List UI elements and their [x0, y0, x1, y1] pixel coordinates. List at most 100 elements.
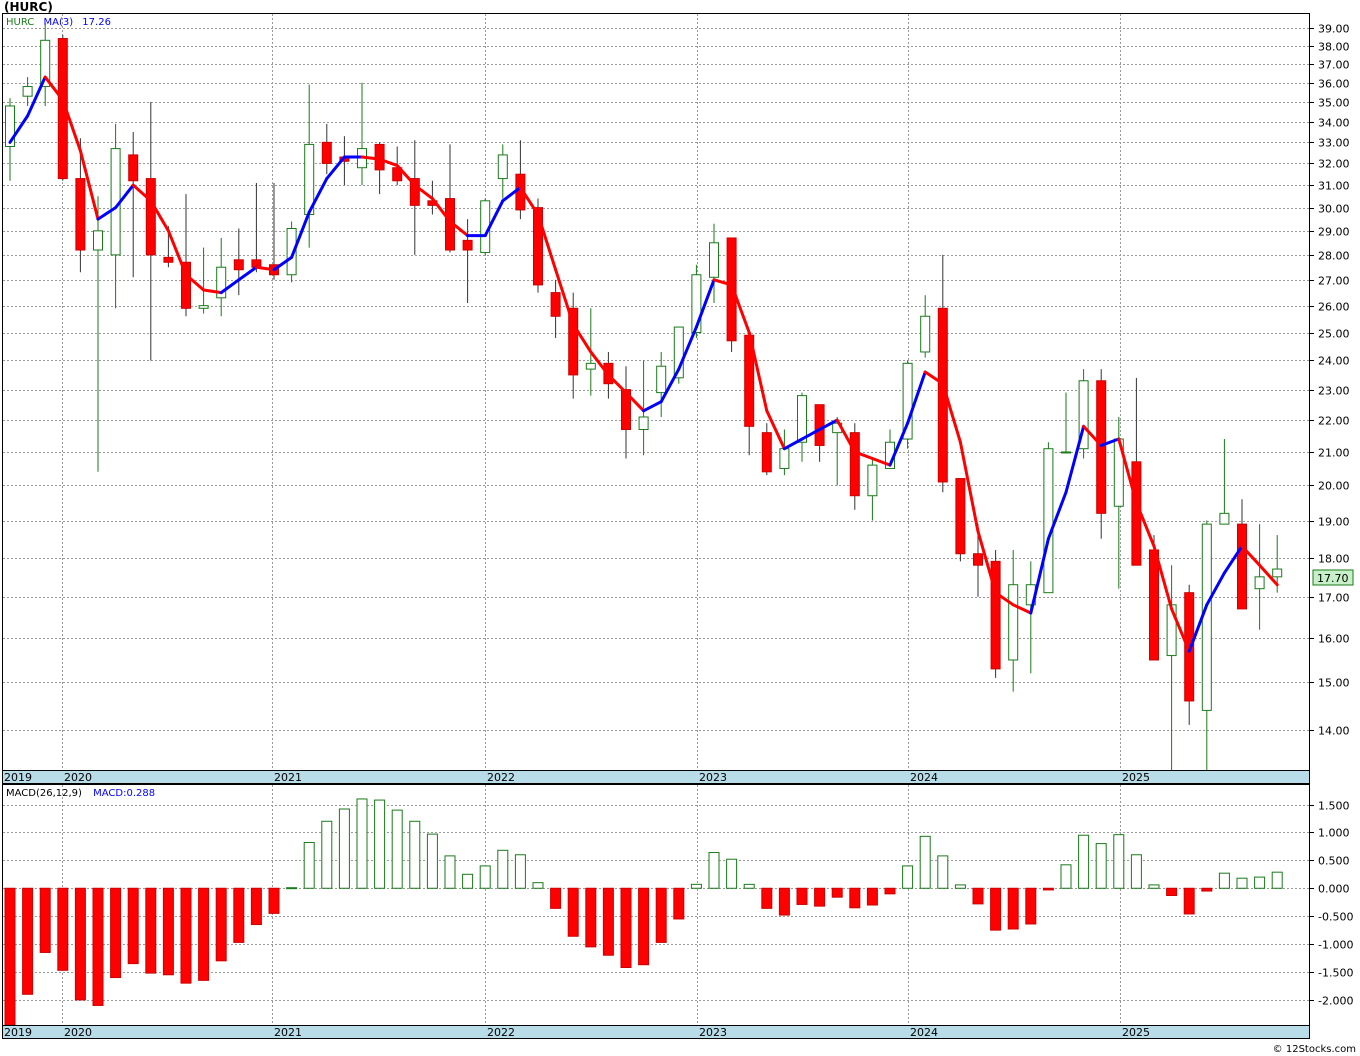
macd-bar-negative: [39, 887, 51, 953]
price-tick-label: 27.00: [1318, 275, 1350, 288]
year-label: 2019: [4, 771, 32, 784]
year-label: 2021: [274, 1026, 302, 1039]
candle-up: [1061, 451, 1071, 454]
macd-bar-negative: [585, 887, 597, 948]
candle-down: [1237, 523, 1247, 610]
price-tick-label: 31.00: [1318, 180, 1350, 193]
macd-bar-negative: [57, 887, 69, 971]
macd-bar-negative: [778, 887, 790, 916]
macd-bar-negative: [620, 887, 632, 969]
macd-bar-positive: [690, 883, 702, 889]
price-tick-label: 19.00: [1318, 516, 1350, 529]
price-tick-label: 35.00: [1318, 97, 1350, 110]
candle-down: [550, 292, 561, 317]
macd-bar-positive: [1095, 843, 1107, 889]
candle-down: [163, 256, 174, 263]
macd-bar-positive: [902, 865, 914, 889]
macd-bar-positive: [462, 873, 474, 889]
macd-bar-positive: [1218, 872, 1230, 889]
macd-bar-negative: [74, 887, 86, 1001]
macd-bar-negative: [180, 887, 192, 984]
macd-bar-negative: [268, 887, 280, 914]
macd-bar-negative: [849, 887, 861, 909]
candle-up: [198, 305, 209, 309]
year-label: 2021: [274, 771, 302, 784]
macd-bar-negative: [1166, 887, 1178, 897]
macd-bar-positive: [426, 833, 438, 889]
macd-legend: MACD(26,12,9) MACD:0.288: [6, 788, 155, 799]
year-label: 2022: [487, 1026, 515, 1039]
price-tick-label: 25.00: [1318, 328, 1350, 341]
macd-bar-positive: [1236, 877, 1248, 889]
candle-down: [814, 404, 825, 446]
macd-bar-positive: [514, 854, 526, 889]
stock-chart: 14.00 15.00 16.00 17.00 18.00 19.00 20.00 21.00…: [2, 0, 1356, 1055]
price-tick-label: 23.00: [1318, 385, 1350, 398]
macd-tick-label: 1.500: [1318, 800, 1350, 813]
macd-bar-negative: [602, 887, 614, 956]
macd-bar-negative: [673, 887, 685, 920]
macd-bar-positive: [1060, 864, 1072, 889]
year-label: 2019: [4, 1026, 32, 1039]
macd-bar-negative: [796, 887, 808, 905]
macd-bar-negative: [814, 887, 826, 907]
candle-up: [867, 464, 878, 497]
candle-down: [233, 259, 244, 271]
price-tick-label: 15.00: [1318, 677, 1350, 690]
price-tick-label: 18.00: [1318, 553, 1350, 566]
price-axis: 14.00 15.00 16.00 17.00 18.00 19.00 20.00 21.00…: [1309, 23, 1350, 738]
candle-down: [321, 141, 332, 164]
price-legend-symbol: HURC: [6, 17, 34, 28]
price-tick-label: 28.00: [1318, 250, 1350, 263]
macd-bar-negative: [162, 887, 174, 976]
macd-bar-negative: [110, 887, 122, 979]
candle-down: [1096, 380, 1107, 514]
candle-up: [779, 448, 790, 469]
price-legend-ma-value: 17.26: [82, 17, 111, 28]
price-tick-label: 16.00: [1318, 633, 1350, 646]
price-tick-label: 22.00: [1318, 415, 1350, 428]
macd-bar-positive: [479, 865, 491, 889]
ma3-segment: [360, 155, 382, 161]
watermark: © 12Stocks.com: [1273, 1044, 1356, 1055]
candle-up: [497, 154, 508, 180]
candle-up: [22, 86, 33, 97]
candle-down: [128, 154, 139, 182]
price-tick-label: 30.00: [1318, 203, 1350, 216]
price-legend: HURC MA(3) 17.26: [6, 17, 111, 28]
macd-bar-positive: [391, 809, 403, 889]
macd-bar-negative: [831, 887, 843, 898]
macd-tick-label: -0.500: [1318, 911, 1353, 924]
price-tick-label: 24.00: [1318, 355, 1350, 368]
macd-bar-negative: [145, 887, 157, 974]
candle-up: [585, 362, 596, 370]
macd-bar-negative: [4, 887, 16, 1026]
price-tick-label: 39.00: [1318, 23, 1350, 36]
price-panel-frame: [2, 13, 1310, 771]
macd-bar-negative: [233, 887, 245, 943]
macd-bar-positive: [338, 808, 350, 889]
macd-bar-negative: [884, 887, 896, 895]
candle-down: [849, 432, 860, 497]
macd-bar-negative: [92, 887, 104, 1006]
year-label: 2025: [1122, 771, 1150, 784]
macd-time-axis-band: [2, 1025, 1310, 1039]
macd-bar-positive: [726, 858, 738, 889]
candle-down: [761, 432, 772, 473]
candle-up: [797, 395, 807, 443]
price-tick-label: 32.00: [1318, 158, 1350, 171]
candle-up: [1272, 568, 1283, 578]
candle-up: [1043, 448, 1054, 594]
price-tick-label: 37.00: [1318, 59, 1350, 72]
macd-bar-positive: [743, 883, 755, 889]
year-label: 2023: [699, 1026, 727, 1039]
candle-up: [1254, 576, 1265, 590]
macd-bar-negative: [1025, 887, 1037, 925]
macd-bar-negative: [638, 887, 650, 966]
candle-down: [145, 178, 156, 256]
candle-up: [709, 242, 719, 278]
price-tick-label: 36.00: [1318, 78, 1350, 91]
macd-tick-label: -1.500: [1318, 967, 1353, 980]
price-tick-label: 33.00: [1318, 137, 1350, 150]
price-tick-label: 34.00: [1318, 117, 1350, 130]
